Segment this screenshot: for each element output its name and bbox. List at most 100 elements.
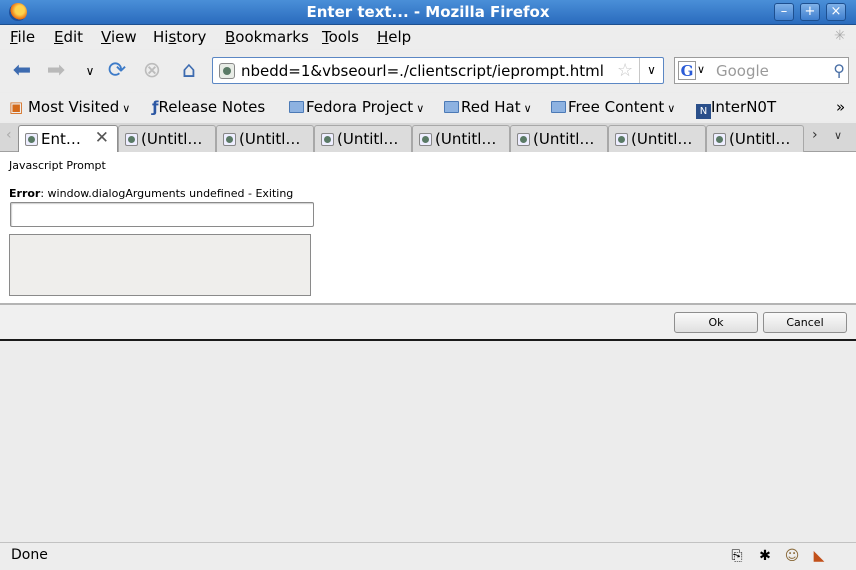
menu-edit-label: dit: [63, 28, 84, 46]
tab-strip: ‹ Ent… ✕ (Untitl… (Untitl… (Untitl… (Unt…: [0, 123, 856, 153]
bookmark-release-notes[interactable]: ƒRelease Notes: [152, 98, 265, 116]
menu-view[interactable]: View: [101, 28, 137, 46]
menu-help[interactable]: Help: [377, 28, 411, 46]
prompt-input[interactable]: [10, 202, 314, 227]
url-dropdown-icon[interactable]: ∨: [639, 58, 663, 83]
tab-label: Ent…: [41, 130, 81, 148]
menu-tools[interactable]: Tools: [322, 28, 359, 46]
menu-tools-label: ools: [328, 28, 359, 46]
folder-icon: [551, 101, 566, 113]
folder-icon: [444, 101, 459, 113]
forward-arrow-icon[interactable]: ➡: [43, 58, 69, 84]
tab-label: (Untitl…: [729, 130, 791, 148]
history-dropdown-icon[interactable]: ∨: [77, 58, 103, 84]
tab-scroll-left-icon[interactable]: ‹: [6, 127, 12, 143]
tab-untitled-1[interactable]: (Untitl…: [118, 125, 216, 152]
bookmark-most-visited[interactable]: ▣ Most Visited ∨: [9, 98, 130, 116]
page-content: Javascript Prompt Error: window.dialogAr…: [0, 152, 856, 303]
menu-history[interactable]: History: [153, 28, 206, 46]
menu-bar: File Edit View History Bookmarks Tools H…: [0, 25, 856, 49]
search-icon[interactable]: ⚲: [833, 61, 845, 80]
folder-icon: [289, 101, 304, 113]
menu-view-label: iew: [110, 28, 137, 46]
tab-untitled-6[interactable]: (Untitl…: [608, 125, 706, 152]
page-info-icon[interactable]: ⎘: [729, 548, 745, 564]
tab-scroll-right-icon[interactable]: ›: [812, 127, 818, 143]
url-text[interactable]: nbedd=1&vbseourl=./clientscript/ieprompt…: [241, 62, 611, 80]
tab-active[interactable]: Ent… ✕: [18, 125, 118, 153]
addon-icon[interactable]: ◣: [811, 548, 827, 564]
tab-favicon-icon: [321, 133, 334, 146]
reload-icon[interactable]: ⟳: [104, 58, 130, 84]
tab-favicon-icon: [25, 133, 38, 146]
menu-file-label: ile: [17, 28, 36, 46]
tab-label: (Untitl…: [631, 130, 693, 148]
bookmark-fedora-project-label: Fedora Project: [306, 98, 414, 116]
search-engine-icon[interactable]: G: [678, 61, 696, 80]
search-box[interactable]: G ∨ Google ⚲: [674, 57, 849, 84]
close-tab-icon[interactable]: ✕: [95, 128, 109, 148]
site-identity-icon[interactable]: [219, 63, 235, 79]
list-all-tabs-icon[interactable]: ∨: [834, 129, 842, 142]
url-bar[interactable]: nbedd=1&vbseourl=./clientscript/ieprompt…: [212, 57, 664, 84]
tab-favicon-icon: [517, 133, 530, 146]
tab-untitled-3[interactable]: (Untitl…: [314, 125, 412, 152]
close-window-button[interactable]: ×: [826, 3, 846, 21]
menu-bookmarks-label: ookmarks: [235, 28, 309, 46]
tab-favicon-icon: [223, 133, 236, 146]
tab-favicon-icon: [419, 133, 432, 146]
throbber-icon: ✳: [834, 28, 846, 44]
error-text: : window.dialogArguments undefined - Exi…: [40, 187, 294, 200]
tab-label: (Untitl…: [337, 130, 399, 148]
greasemonkey-icon[interactable]: ☺: [784, 548, 800, 564]
prompt-textarea[interactable]: [9, 234, 311, 296]
menu-help-label: elp: [388, 28, 412, 46]
bookmarks-overflow-chevron[interactable]: »: [836, 98, 845, 116]
back-arrow-icon[interactable]: ⬅: [9, 58, 35, 84]
search-placeholder[interactable]: Google: [716, 62, 769, 80]
bookmark-intern0t[interactable]: N InterN0T: [696, 98, 776, 119]
firebug-icon[interactable]: ✱: [757, 548, 773, 564]
chevron-down-icon: ∨: [523, 102, 532, 115]
window-title: Enter text... - Mozilla Firefox: [306, 3, 550, 21]
ok-button[interactable]: Ok: [674, 312, 758, 333]
maximize-button[interactable]: +: [800, 3, 820, 21]
cancel-button[interactable]: Cancel: [763, 312, 847, 333]
tab-label: (Untitl…: [239, 130, 301, 148]
tab-untitled-5[interactable]: (Untitl…: [510, 125, 608, 152]
menu-file[interactable]: File: [10, 28, 35, 46]
menu-help-mnemonic: H: [377, 28, 389, 46]
bookmark-red-hat[interactable]: Red Hat ∨: [444, 98, 532, 116]
menu-bookmarks-mnemonic: B: [225, 28, 236, 46]
bookmark-fedora-project[interactable]: Fedora Project ∨: [289, 98, 424, 116]
dialog-button-row: Ok Cancel: [0, 305, 856, 339]
menu-bookmarks[interactable]: Bookmarks: [225, 28, 309, 46]
tab-label: (Untitl…: [533, 130, 595, 148]
search-engine-dropdown-icon[interactable]: ∨: [697, 63, 705, 76]
bookmark-free-content-label: Free Content: [568, 98, 665, 116]
prompt-heading: Javascript Prompt: [9, 159, 106, 172]
tab-favicon-icon: [615, 133, 628, 146]
chevron-down-icon: ∨: [667, 102, 676, 115]
tab-untitled-7[interactable]: (Untitl…: [706, 125, 804, 152]
stop-icon[interactable]: ⊗: [139, 58, 165, 84]
tab-favicon-icon: [125, 133, 138, 146]
status-bar: Done ⎘ ✱ ☺ ◣: [0, 542, 856, 570]
window-titlebar: Enter text... - Mozilla Firefox – + ×: [0, 0, 856, 25]
tab-untitled-2[interactable]: (Untitl…: [216, 125, 314, 152]
menu-edit[interactable]: Edit: [54, 28, 83, 46]
minimize-button[interactable]: –: [774, 3, 794, 21]
menu-file-mnemonic: F: [10, 28, 18, 46]
bookmark-free-content[interactable]: Free Content ∨: [551, 98, 675, 116]
menu-history-label: tory: [176, 28, 207, 46]
tab-label: (Untitl…: [141, 130, 203, 148]
error-message: Error: window.dialogArguments undefined …: [9, 187, 293, 200]
bookmark-red-hat-label: Red Hat: [461, 98, 521, 116]
tab-label: (Untitl…: [435, 130, 497, 148]
bookmark-intern0t-label: InterN0T: [711, 98, 777, 116]
bookmark-release-notes-label: Release Notes: [158, 98, 266, 116]
tab-untitled-4[interactable]: (Untitl…: [412, 125, 510, 152]
bookmark-star-icon[interactable]: ☆: [617, 60, 633, 81]
status-text: Done: [11, 547, 48, 563]
home-icon[interactable]: ⌂: [176, 58, 202, 84]
